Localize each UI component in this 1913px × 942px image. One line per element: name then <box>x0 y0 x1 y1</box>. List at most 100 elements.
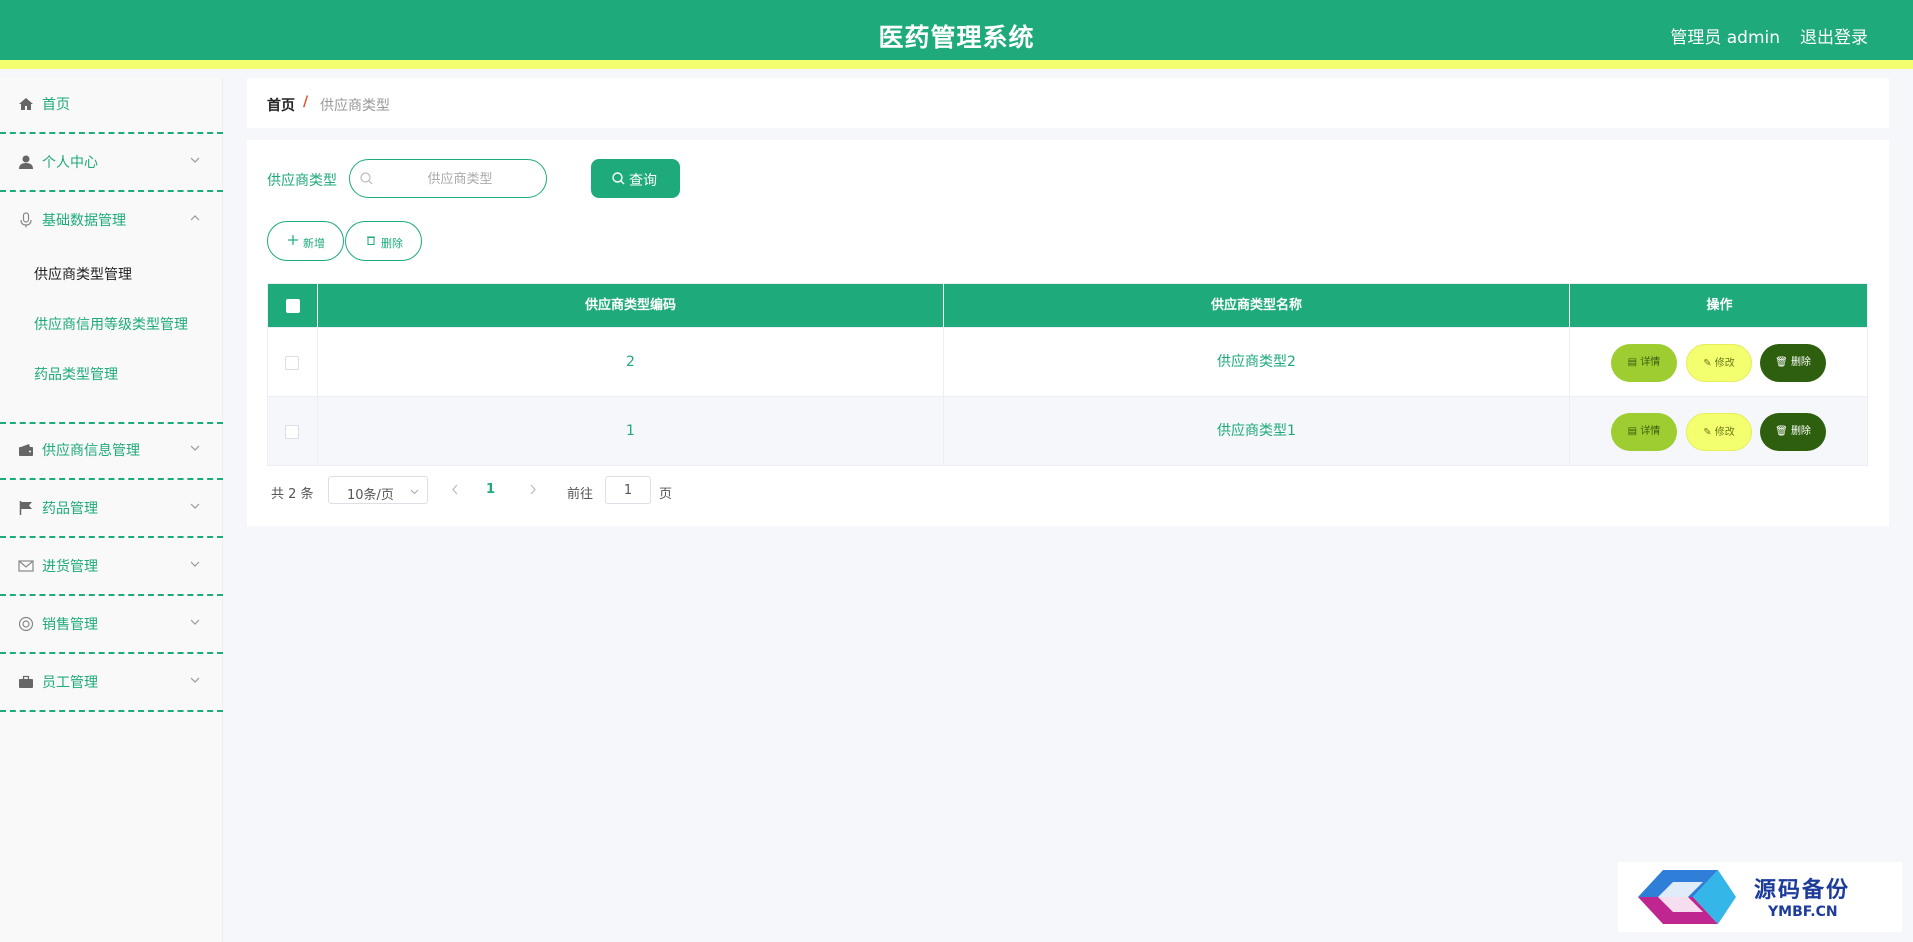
row-checkbox[interactable] <box>285 356 299 370</box>
flag-icon <box>19 501 32 515</box>
page-number[interactable]: 1 <box>486 482 495 497</box>
app-title: 医药管理系统 <box>878 23 1035 52</box>
menu-label-staff: 员工管理 <box>42 675 98 691</box>
detail-label: 详情 <box>1640 357 1661 368</box>
content-card: 供应商类型 查询 新增 删除 供应商类型编码 供应商类型名称 操作 2 供应商类… <box>247 140 1889 526</box>
logout-link[interactable]: 退出登录 <box>1800 23 1868 48</box>
trash-icon: 🗑 <box>1775 426 1791 437</box>
lifebuoy-icon <box>18 616 34 632</box>
add-button-label: 新增 <box>303 237 325 250</box>
sub-item-drug-type[interactable]: 药品类型管理 <box>34 364 118 384</box>
prev-page-icon[interactable] <box>451 484 460 495</box>
query-button[interactable]: 查询 <box>591 159 680 198</box>
delete-label: 删除 <box>1790 426 1811 437</box>
next-page-icon[interactable] <box>528 484 537 495</box>
edit-button[interactable]: ✎ 修改 <box>1686 413 1752 451</box>
watermark-logo: 源码备份 YMBF.CN <box>1618 862 1902 932</box>
page-size-value: 10条/页 <box>347 488 394 503</box>
search-box <box>349 159 547 198</box>
chevron-up-icon <box>190 215 200 221</box>
watermark-brand: 源码备份 <box>1754 877 1851 903</box>
row-checkbox[interactable] <box>285 425 299 439</box>
wallet-icon <box>19 444 33 456</box>
menu-label-basic-data: 基础数据管理 <box>42 213 126 229</box>
briefcase-icon <box>19 675 33 688</box>
chevron-down-icon <box>190 503 200 509</box>
menu-item-personal[interactable]: 个人中心 <box>0 136 223 192</box>
edit-label: 修改 <box>1714 358 1735 369</box>
menu-label-personal: 个人中心 <box>42 155 98 171</box>
sub-item-supplier-type[interactable]: 供应商类型管理 <box>34 264 132 284</box>
menu-item-basic-data[interactable]: 基础数据管理 供应商类型管理 供应商信用等级类型管理 药品类型管理 <box>0 194 223 424</box>
search-icon <box>612 172 625 185</box>
mail-icon <box>18 560 34 572</box>
trash-icon: 🗑 <box>1775 357 1791 368</box>
menu-label-purchase: 进货管理 <box>42 559 98 575</box>
chevron-down-icon <box>190 157 200 163</box>
sidebar: 首页 个人中心 基础数据管理 供应商类型管理 供应商信用等级类型管理 药品类型管… <box>0 78 223 942</box>
chevron-down-icon <box>410 489 419 495</box>
add-button[interactable]: 新增 <box>267 221 344 261</box>
delete-button[interactable]: 🗑 删除 <box>1760 344 1826 382</box>
chevron-down-icon <box>190 561 200 567</box>
cell-name: 供应商类型2 <box>944 328 1570 396</box>
search-input[interactable] <box>380 168 540 190</box>
breadcrumb: 首页 / 供应商类型 <box>247 78 1889 128</box>
column-header-code[interactable]: 供应商类型编码 <box>318 284 944 327</box>
batch-delete-label: 删除 <box>381 237 403 250</box>
menu-label-home: 首页 <box>42 97 70 113</box>
edit-label: 修改 <box>1714 427 1735 438</box>
delete-label: 删除 <box>1790 357 1811 368</box>
top-header: 医药管理系统 管理员 admin 退出登录 <box>0 0 1913 69</box>
row-checkbox-cell <box>268 397 318 465</box>
search-icon <box>360 172 373 185</box>
menu-item-home[interactable]: 首页 <box>0 78 223 134</box>
header-checkbox-cell <box>268 284 318 327</box>
goto-page-input[interactable] <box>605 476 651 504</box>
edit-icon: ✎ <box>1703 427 1715 438</box>
trash-icon <box>367 236 375 245</box>
detail-label: 详情 <box>1640 426 1661 437</box>
column-header-name[interactable]: 供应商类型名称 <box>944 284 1570 327</box>
user-icon <box>19 155 33 169</box>
chevron-down-icon <box>190 619 200 625</box>
select-all-checkbox[interactable] <box>286 299 300 313</box>
row-checkbox-cell <box>268 328 318 396</box>
edit-button[interactable]: ✎ 修改 <box>1686 344 1752 382</box>
watermark-domain: YMBF.CN <box>1768 904 1838 920</box>
sub-item-supplier-credit[interactable]: 供应商信用等级类型管理 <box>34 314 188 334</box>
home-icon <box>19 98 33 110</box>
search-label: 供应商类型 <box>267 173 337 189</box>
menu-item-supplier-info[interactable]: 供应商信息管理 <box>0 424 223 480</box>
menu-label-supplier-info: 供应商信息管理 <box>42 443 140 459</box>
watermark-emblem-icon <box>1638 870 1736 924</box>
breadcrumb-home[interactable]: 首页 <box>267 95 295 115</box>
delete-button[interactable]: 🗑 删除 <box>1760 413 1826 451</box>
column-header-ops: 操作 <box>1706 298 1733 313</box>
goto-label: 前往 <box>567 487 594 502</box>
microphone-icon <box>20 212 32 228</box>
pagination-total: 共 2 条 <box>271 487 314 502</box>
current-user: 管理员 admin <box>1670 28 1780 48</box>
cell-ops: ▤ 详情 ✎ 修改 🗑 删除 <box>1570 328 1869 396</box>
menu-item-purchase[interactable]: 进货管理 <box>0 540 223 596</box>
detail-button[interactable]: ▤ 详情 <box>1611 344 1677 382</box>
detail-icon: ▤ <box>1627 426 1641 437</box>
cell-ops: ▤ 详情 ✎ 修改 🗑 删除 <box>1570 397 1869 465</box>
menu-item-sales[interactable]: 销售管理 <box>0 598 223 654</box>
goto-unit: 页 <box>659 487 673 502</box>
menu-item-staff[interactable]: 员工管理 <box>0 656 223 712</box>
edit-icon: ✎ <box>1703 358 1715 369</box>
table-header: 供应商类型编码 供应商类型名称 操作 <box>268 284 1867 327</box>
page-size-select[interactable]: 10条/页 <box>328 476 428 504</box>
table-row: 2 供应商类型2 ▤ 详情 ✎ 修改 🗑 删除 <box>268 327 1867 396</box>
detail-icon: ▤ <box>1627 357 1641 368</box>
menu-label-drug: 药品管理 <box>42 501 98 517</box>
detail-button[interactable]: ▤ 详情 <box>1611 413 1677 451</box>
breadcrumb-separator: / <box>303 94 309 110</box>
query-button-label: 查询 <box>629 173 657 189</box>
batch-delete-button[interactable]: 删除 <box>345 221 422 261</box>
menu-item-drug[interactable]: 药品管理 <box>0 482 223 538</box>
chevron-down-icon <box>190 677 200 683</box>
supplier-type-table: 供应商类型编码 供应商类型名称 操作 2 供应商类型2 ▤ 详情 ✎ 修改 🗑 … <box>267 283 1868 466</box>
